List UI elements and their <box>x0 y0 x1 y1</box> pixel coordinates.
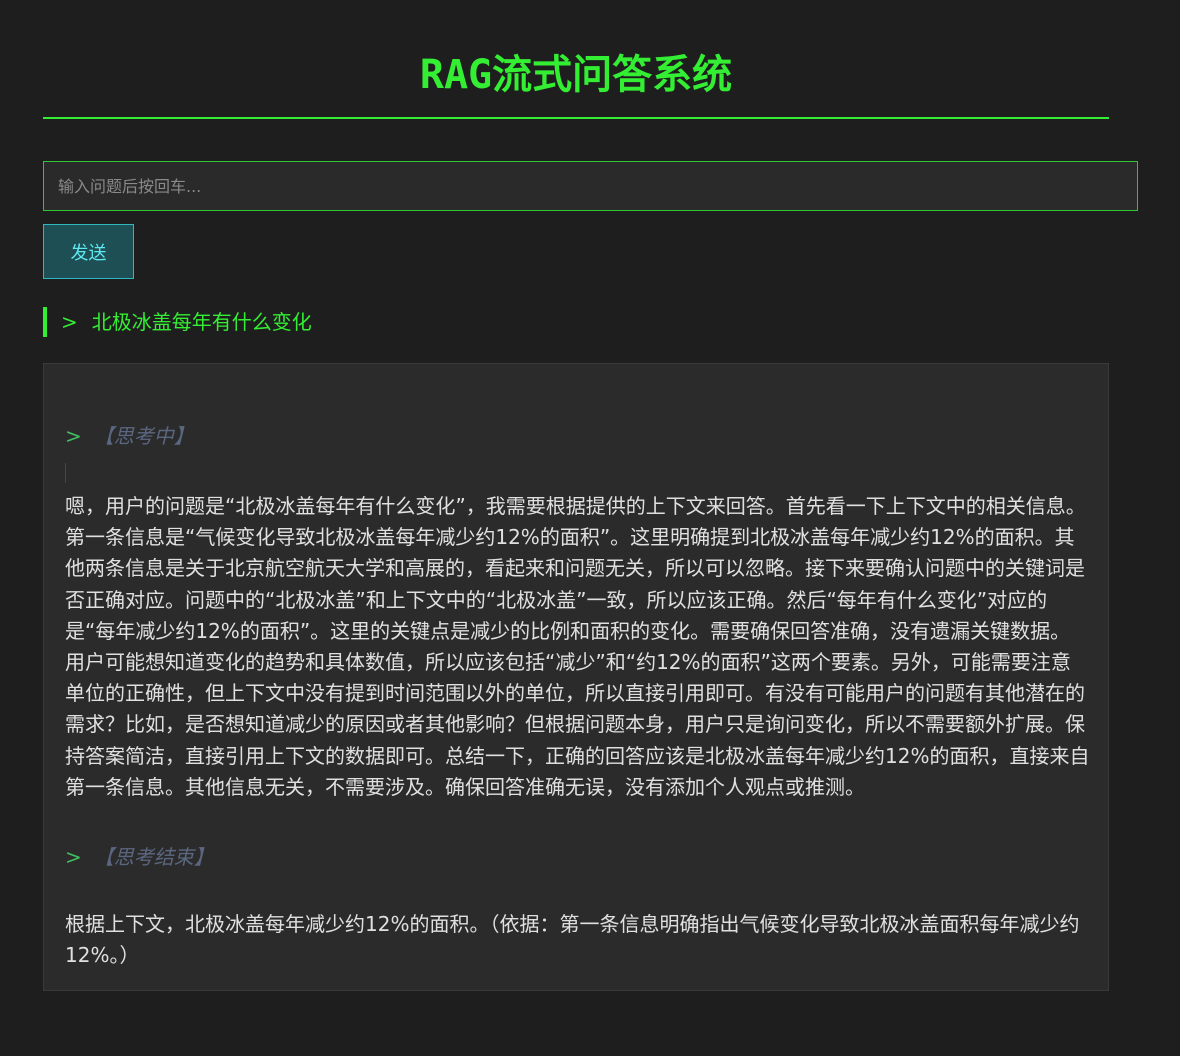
think-quote-bar <box>65 463 66 483</box>
user-question-text: 北极冰盖每年有什么变化 <box>91 310 312 334</box>
page-title: RAG流式问答系统 <box>419 52 733 98</box>
think-end-arrow-icon: > <box>65 845 82 869</box>
think-start-marker: > 【思考中】 <box>65 422 194 450</box>
think-start-label: 【思考中】 <box>93 424 194 448</box>
send-button[interactable]: 发送 <box>43 224 134 279</box>
final-answer: 根据上下文，北极冰盖每年减少约12%的面积。（依据：第一条信息明确指出气候变化导… <box>65 912 1080 967</box>
think-end-marker: > 【思考结束】 <box>65 843 214 871</box>
think-start-arrow-icon: > <box>65 424 82 448</box>
user-question: > 北极冰盖每年有什么变化 <box>43 307 312 337</box>
question-input[interactable] <box>43 161 1138 211</box>
answer-panel: > 【思考中】 嗯，用户的问题是“北极冰盖每年有什么变化”，我需要根据提供的上下… <box>43 363 1109 991</box>
think-end-label: 【思考结束】 <box>93 845 214 869</box>
prompt-chevron-icon: > <box>61 310 78 334</box>
think-content: 嗯，用户的问题是“北极冰盖每年有什么变化”，我需要根据提供的上下文来回答。首先看… <box>65 494 1090 799</box>
title-divider <box>43 117 1109 119</box>
